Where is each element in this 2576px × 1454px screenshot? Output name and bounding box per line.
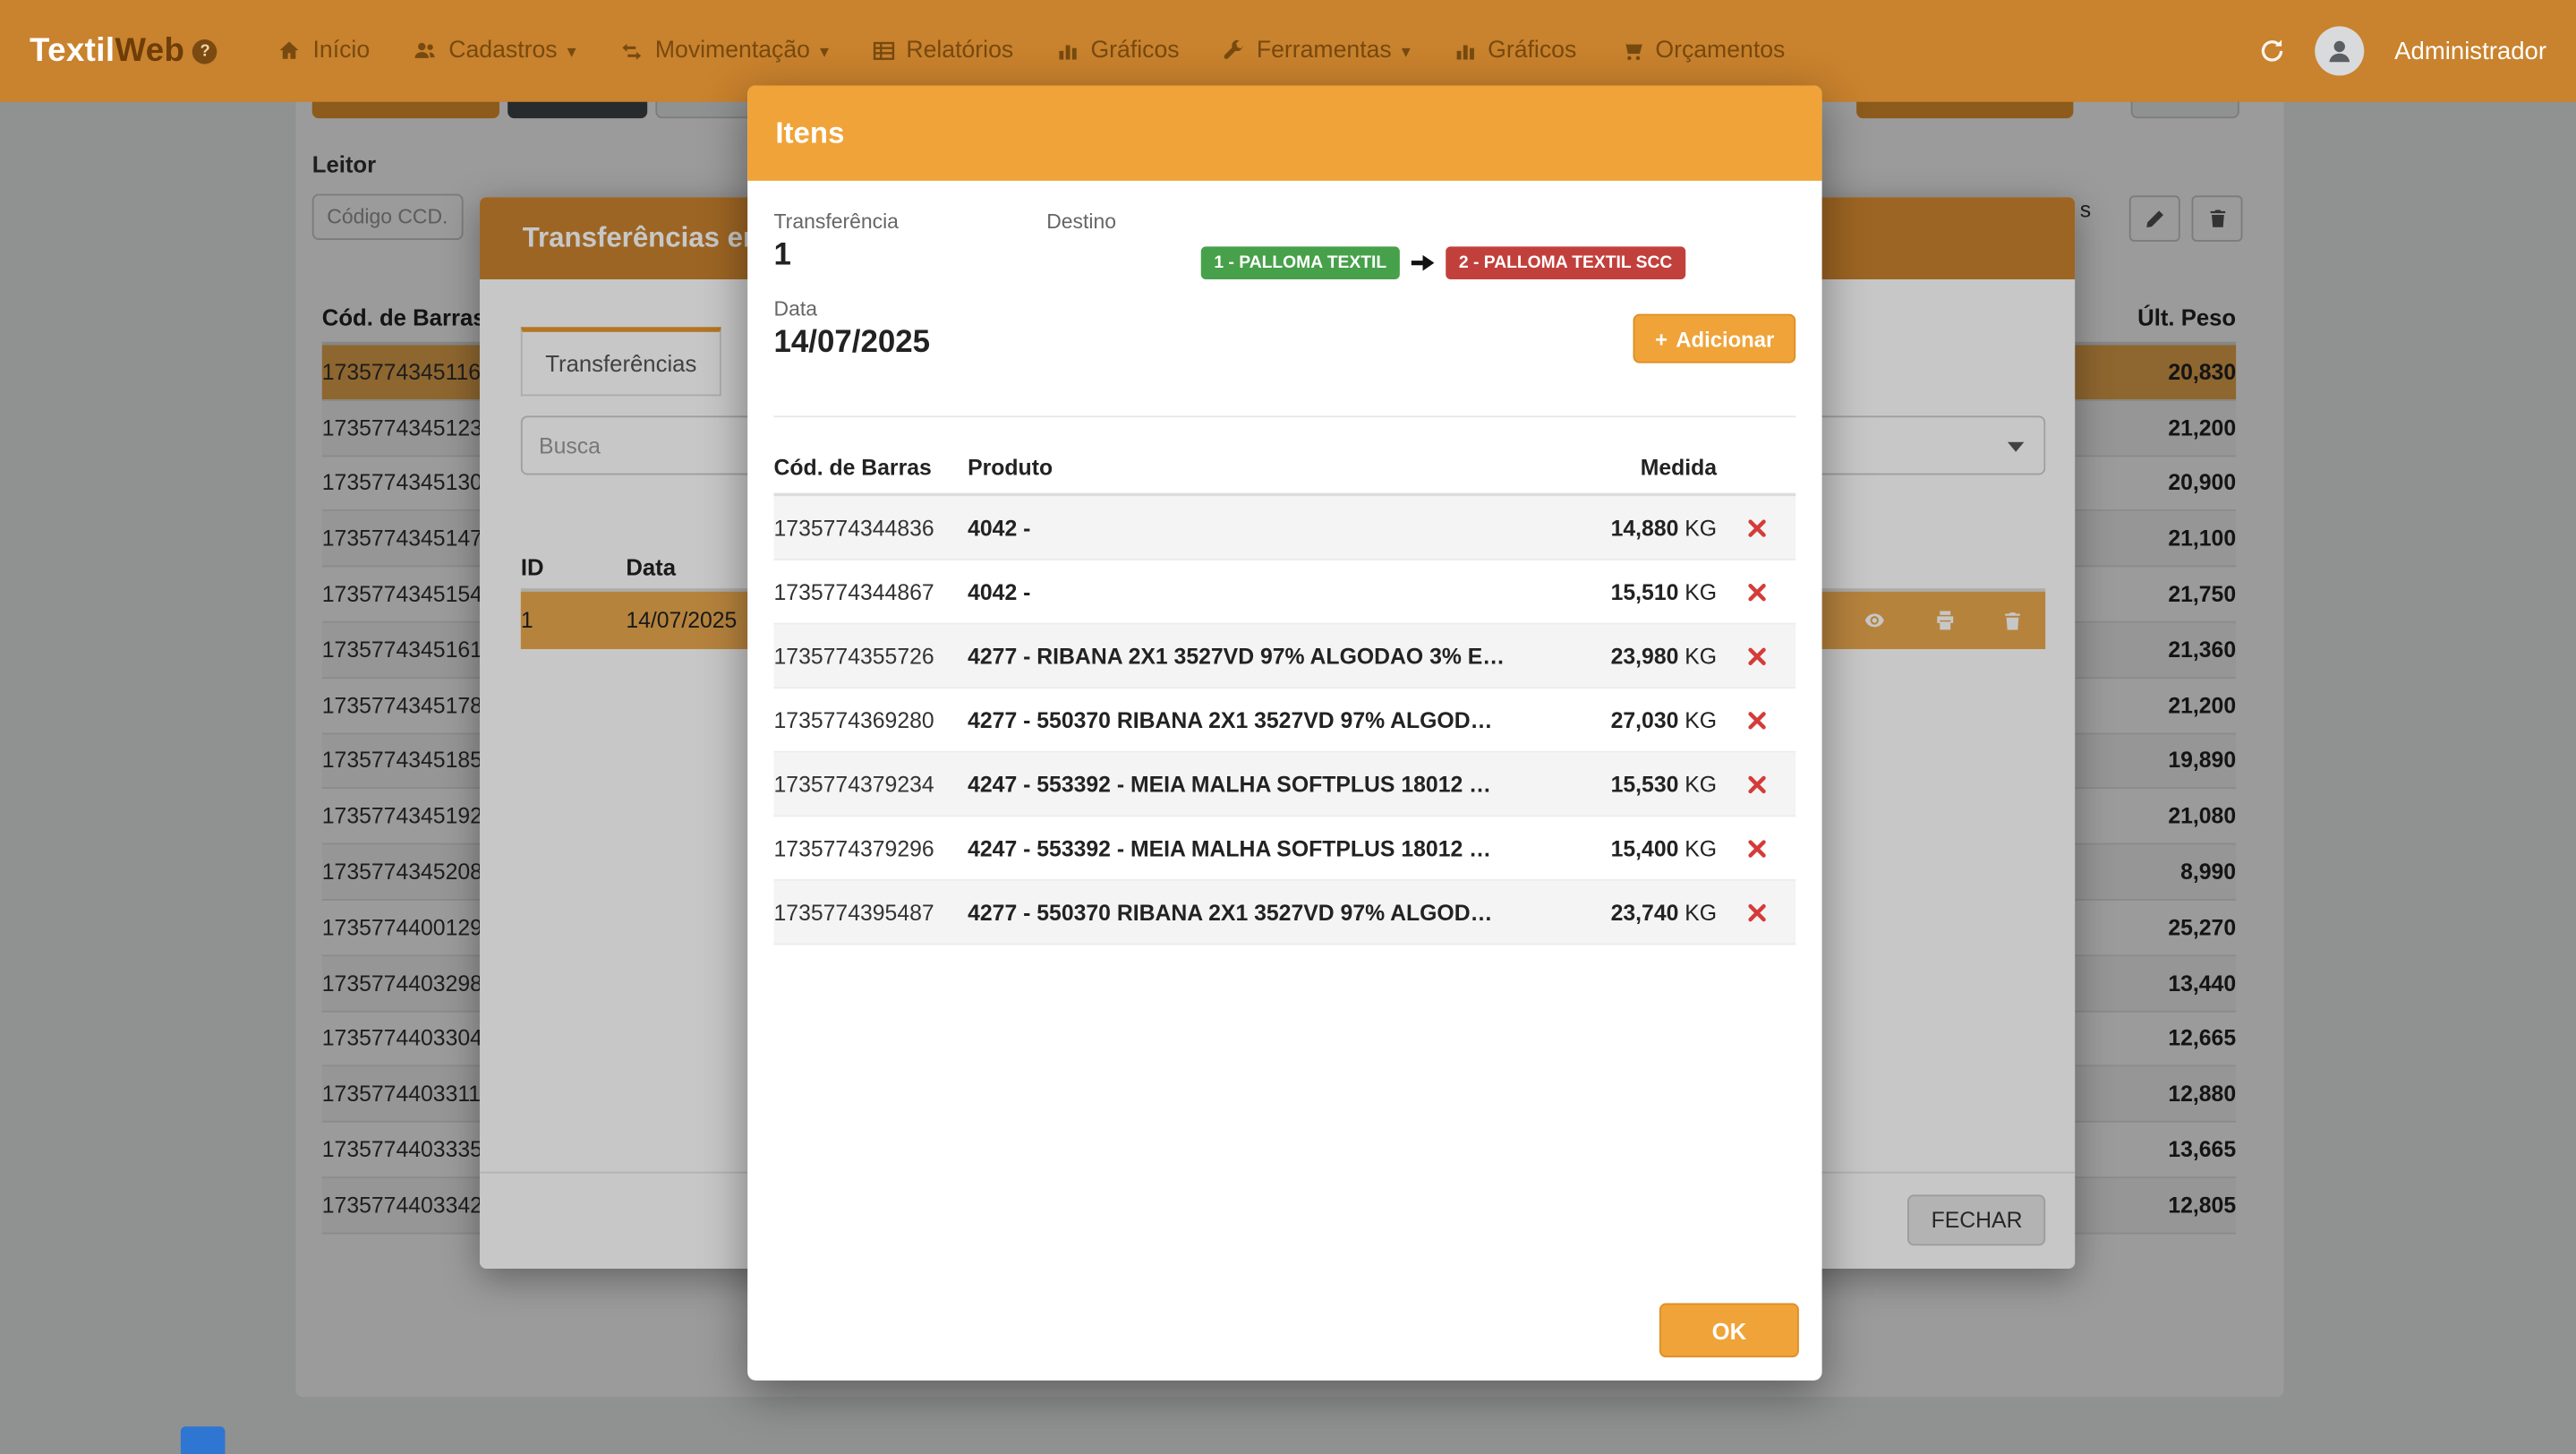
table-icon: [872, 39, 895, 63]
nav-label: Orçamentos: [1655, 38, 1785, 64]
exchange-icon: [618, 40, 644, 62]
transferencia-label: Transferência: [774, 210, 1047, 234]
bar-chart-icon: [1056, 39, 1079, 63]
application-window: Leitor s Cód. de Barras Últ. Peso 173577…: [0, 0, 2576, 1454]
itens-modal-title: Itens: [775, 115, 844, 150]
user-name: Administrador: [2394, 37, 2546, 64]
nav-label: Movimentação: [655, 38, 810, 64]
itens-table-row: 17357743792964247 - 553392 - MEIA MALHA …: [774, 817, 1796, 881]
nav-label: Relatórios: [906, 38, 1013, 64]
bar-chart-icon: [1454, 39, 1477, 63]
chevron-down-icon: ▾: [1402, 40, 1411, 62]
data-label: Data: [774, 297, 1047, 321]
nav-item-inicio[interactable]: Início: [257, 0, 391, 102]
itens-modal-header: Itens: [747, 85, 1821, 180]
barcode-cell: 1735774379234: [774, 772, 968, 797]
help-icon[interactable]: ?: [193, 38, 218, 64]
users-icon: [413, 39, 438, 63]
user-icon: [2325, 36, 2355, 65]
itens-table: Cód. de Barras Produto Medida 1735774344…: [774, 440, 1796, 945]
chevron-down-icon: ▾: [820, 40, 829, 62]
medida-cell: 23,740 KG: [1561, 900, 1717, 925]
remove-icon: [1745, 774, 1767, 795]
itens-modal: Itens Transferência 1 Data 14/07/2025 De…: [747, 85, 1821, 1380]
remove-item-button[interactable]: [1717, 774, 1796, 795]
nav-label: Início: [313, 38, 371, 64]
produto-cell: 4277 - RIBANA 2X1 3527VD 97% ALGODAO 3% …: [968, 644, 1561, 669]
medida-cell: 27,030 KG: [1561, 707, 1717, 732]
produto-cell: 4247 - 553392 - MEIA MALHA SOFTPLUS 1801…: [968, 835, 1561, 860]
chevron-down-icon: ▾: [567, 40, 576, 62]
produto-cell: 4277 - 550370 RIBANA 2X1 3527VD 97% ALGO…: [968, 900, 1561, 925]
refresh-button[interactable]: [2260, 38, 2286, 64]
remove-item-button[interactable]: [1717, 902, 1796, 923]
route-badges: 1 - PALLOMA TEXTIL 2 - PALLOMA TEXTIL SC…: [1201, 246, 1685, 279]
remove-item-button[interactable]: [1717, 517, 1796, 538]
add-label: Adicionar: [1676, 326, 1774, 351]
ok-button[interactable]: OK: [1659, 1304, 1799, 1358]
floating-widget[interactable]: [181, 1426, 226, 1454]
medida-cell: 15,530 KG: [1561, 772, 1717, 797]
produto-cell: 4042 -: [968, 579, 1561, 604]
nav-item-cadastros[interactable]: Cadastros ▾: [391, 0, 598, 102]
remove-item-button[interactable]: [1717, 837, 1796, 859]
barcode-cell: 1735774369280: [774, 707, 968, 732]
remove-icon: [1745, 902, 1767, 923]
itens-table-row: 17357743557264277 - RIBANA 2X1 3527VD 97…: [774, 624, 1796, 689]
cart-icon: [1619, 39, 1644, 63]
arrow-right-icon: [1412, 253, 1435, 273]
wrench-icon: [1222, 39, 1245, 63]
medida-cell: 15,510 KG: [1561, 579, 1717, 604]
user-avatar[interactable]: [2316, 26, 2365, 75]
medida-cell: 15,400 KG: [1561, 835, 1717, 860]
refresh-icon: [2260, 38, 2286, 64]
home-icon: [278, 39, 302, 63]
col-produto: Produto: [968, 455, 1561, 480]
itens-table-row: 17357743448364042 -14,880 KG: [774, 496, 1796, 560]
remove-icon: [1745, 837, 1767, 859]
brand-logo[interactable]: TextilWeb ?: [30, 32, 218, 70]
barcode-cell: 1735774344836: [774, 515, 968, 540]
nav-label: Gráficos: [1090, 38, 1179, 64]
itens-table-row: 17357743954874277 - 550370 RIBANA 2X1 35…: [774, 881, 1796, 945]
barcode-cell: 1735774379296: [774, 835, 968, 860]
remove-icon: [1745, 581, 1767, 603]
col-medida: Medida: [1561, 455, 1717, 480]
barcode-cell: 1735774395487: [774, 900, 968, 925]
transferencia-value: 1: [774, 238, 1047, 274]
origin-badge: 1 - PALLOMA TEXTIL: [1201, 246, 1400, 279]
produto-cell: 4247 - 553392 - MEIA MALHA SOFTPLUS 1801…: [968, 772, 1561, 797]
destino-label: Destino: [1046, 210, 1685, 234]
data-value: 14/07/2025: [774, 325, 1047, 361]
add-item-button[interactable]: + Adicionar: [1633, 314, 1796, 364]
col-barcode: Cód. de Barras: [774, 455, 968, 480]
medida-cell: 23,980 KG: [1561, 644, 1717, 669]
itens-table-rows: 17357743448364042 -14,880 KG173577434486…: [774, 496, 1796, 945]
produto-cell: 4277 - 550370 RIBANA 2X1 3527VD 97% ALGO…: [968, 707, 1561, 732]
brand-textil: Textil: [30, 32, 115, 68]
remove-item-button[interactable]: [1717, 645, 1796, 666]
itens-table-row: 17357743792344247 - 553392 - MEIA MALHA …: [774, 753, 1796, 817]
remove-item-button[interactable]: [1717, 581, 1796, 603]
nav-label: Gráficos: [1488, 38, 1576, 64]
produto-cell: 4042 -: [968, 515, 1561, 540]
barcode-cell: 1735774355726: [774, 644, 968, 669]
remove-item-button[interactable]: [1717, 709, 1796, 731]
nav-label: Ferramentas: [1257, 38, 1392, 64]
navbar-right: Administrador: [2260, 26, 2546, 75]
destination-badge: 2 - PALLOMA TEXTIL SCC: [1446, 246, 1685, 279]
remove-icon: [1745, 709, 1767, 731]
remove-icon: [1745, 517, 1767, 538]
plus-icon: +: [1655, 326, 1668, 351]
remove-icon: [1745, 645, 1767, 666]
itens-table-row: 17357743448674042 -15,510 KG: [774, 560, 1796, 625]
itens-table-header: Cód. de Barras Produto Medida: [774, 440, 1796, 496]
divider: [774, 415, 1796, 417]
brand-web: Web: [115, 32, 184, 68]
barcode-cell: 1735774344867: [774, 579, 968, 604]
itens-table-row: 17357743692804277 - 550370 RIBANA 2X1 35…: [774, 689, 1796, 753]
medida-cell: 14,880 KG: [1561, 515, 1717, 540]
nav-label: Cadastros: [448, 38, 557, 64]
